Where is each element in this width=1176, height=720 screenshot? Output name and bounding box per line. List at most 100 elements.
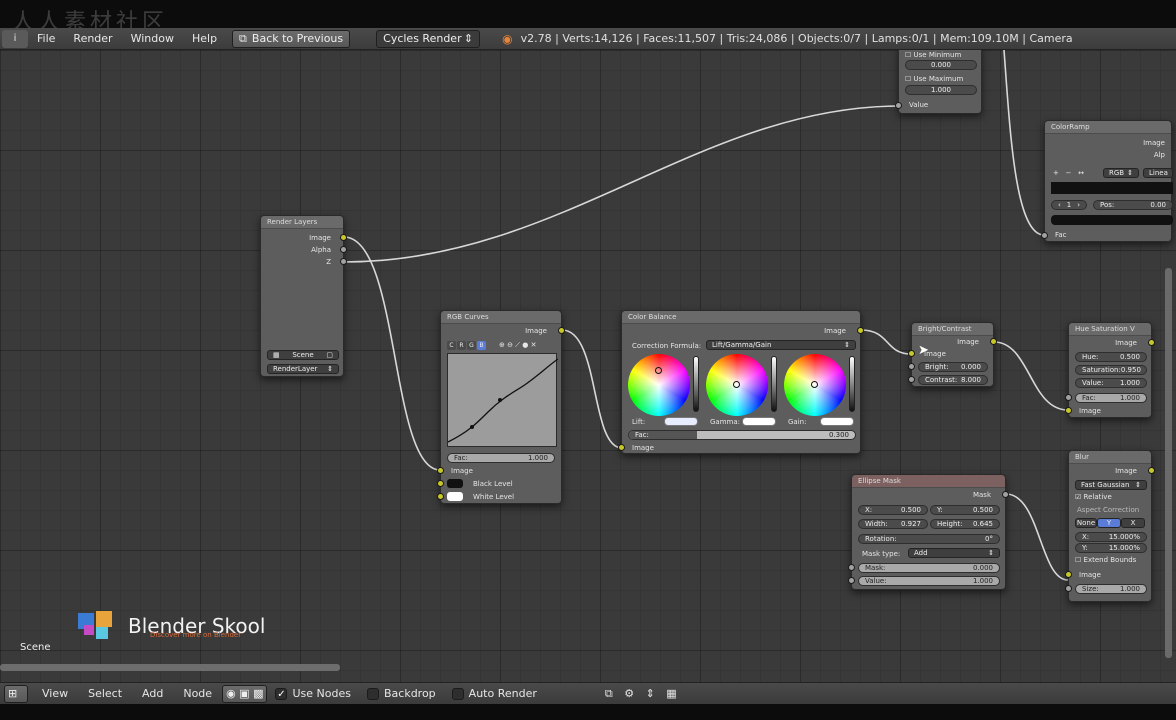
compositing-tree-icon[interactable]: ▣ [239, 687, 249, 700]
render-layer-select[interactable]: RenderLayer ⇕ [267, 364, 339, 374]
hue-fac-socket[interactable] [1065, 394, 1072, 401]
bright-input-socket[interactable] [908, 350, 915, 357]
relative-checkbox[interactable]: ☑ Relative [1075, 493, 1112, 501]
black-level-swatch[interactable] [447, 479, 463, 488]
correction-formula-select[interactable]: Lift/Gamma/Gain ⇕ [706, 340, 856, 350]
value-input-socket[interactable] [895, 102, 902, 109]
menu-add[interactable]: Add [132, 687, 173, 700]
blur-node[interactable]: Blur Image Fast Gaussian ⇕ ☑ Relative Asp… [1065, 450, 1155, 602]
blur-input-socket[interactable] [1065, 571, 1072, 578]
hue-field[interactable]: Hue: 0.500 [1075, 352, 1147, 362]
channel-g-button[interactable]: G [467, 341, 476, 350]
lift-value-slider[interactable] [693, 356, 699, 412]
mask-input-socket[interactable] [848, 564, 855, 571]
value-field[interactable]: Value: 1.000 [1075, 378, 1147, 388]
auto-render-toggle[interactable]: Auto Render [451, 687, 537, 700]
saturation-field[interactable]: Saturation: 0.950 [1075, 365, 1147, 375]
aspect-none-option[interactable]: None [1075, 518, 1097, 528]
mask-type-select[interactable]: Add ⇕ [908, 548, 1000, 558]
node-tree-type-buttons[interactable]: ◉ ▣ ▩ [222, 684, 268, 703]
mask-value-field[interactable]: Value: 1.000 [858, 576, 1000, 586]
ellipse-mask-node[interactable]: Ellipse Mask Mask X: 0.500 Y: 0.500 Width:… [848, 474, 1009, 590]
white-level-swatch[interactable] [447, 492, 463, 501]
math-node[interactable]: ☐ Use Minimum 0.000 ☐ Use Maximum 1.000 … [895, 50, 982, 114]
editor-type-icon[interactable]: i [2, 29, 28, 48]
blur-y-field[interactable]: Y: 15.000% [1075, 543, 1147, 553]
contrast-field[interactable]: Contrast: 8.000 [918, 375, 988, 385]
menu-window[interactable]: Window [122, 32, 183, 45]
menu-file[interactable]: File [28, 32, 64, 45]
blur-filter-select[interactable]: Fast Gaussian ⇕ [1075, 480, 1147, 490]
backdrop-toggle[interactable]: Backdrop [366, 687, 436, 700]
ramp-toolbar[interactable]: + − ↔ [1053, 169, 1084, 177]
node-editor-canvas[interactable]: ☐ Use Minimum 0.000 ☐ Use Maximum 1.000 … [0, 50, 1176, 682]
mask-y-field[interactable]: Y: 0.500 [930, 505, 1000, 515]
channel-b-button[interactable]: B [477, 341, 486, 350]
hue-saturation-node[interactable]: Hue Saturation V Image Hue: 0.500 Saturat… [1065, 322, 1155, 418]
max-value-field[interactable]: 1.000 [905, 85, 977, 95]
texture-tree-icon[interactable]: ▩ [253, 687, 263, 700]
aspect-x-option[interactable]: X [1121, 518, 1145, 528]
render-engine-select[interactable]: Cycles Render ⇕ [376, 29, 481, 48]
auto-render-checkbox[interactable] [451, 687, 464, 700]
output-z-socket[interactable] [340, 258, 347, 265]
colorramp-interp-select[interactable]: Linea [1143, 168, 1173, 178]
rgb-curves-node[interactable]: RGB Curves Image C R G B ⊕ ⊖ ⟋ ● ✕ Fac: 1… [437, 310, 565, 504]
colorramp-index-field[interactable]: ‹ 1 › [1051, 200, 1087, 210]
size-input-socket[interactable] [1065, 585, 1072, 592]
blur-size-field[interactable]: Size: 1.000 [1075, 584, 1147, 594]
bright-output-socket[interactable] [990, 338, 997, 345]
back-to-previous-button[interactable]: ⧉ Back to Previous [232, 29, 351, 48]
channel-r-button[interactable]: R [457, 341, 466, 350]
channel-c-button[interactable]: C [447, 341, 456, 350]
lift-swatch[interactable] [664, 417, 698, 426]
aspect-y-option[interactable]: Y [1097, 518, 1121, 528]
min-value-field[interactable]: 0.000 [905, 60, 977, 70]
curves-fac-field[interactable]: Fac: 1.000 [447, 453, 555, 463]
use-nodes-toggle[interactable]: ✓ Use Nodes [275, 687, 351, 700]
curves-input-socket[interactable] [437, 467, 444, 474]
balance-fac-slider[interactable]: Fac: 0.300 [628, 430, 856, 440]
gain-value-slider[interactable] [849, 356, 855, 412]
backdrop-checkbox[interactable] [366, 687, 379, 700]
output-alpha-socket[interactable] [340, 246, 347, 253]
gamma-swatch[interactable] [742, 417, 776, 426]
gain-swatch[interactable] [820, 417, 854, 426]
bright-socket[interactable] [908, 363, 915, 370]
colorramp-pos-field[interactable]: Pos: 0.00 [1093, 200, 1173, 210]
balance-input-socket[interactable] [618, 444, 625, 451]
mask-x-field[interactable]: X: 0.500 [858, 505, 928, 515]
colorramp-color-swatch[interactable] [1051, 215, 1173, 225]
render-layers-node[interactable]: Render Layers Image Alpha Z ▦ Scene ▢ Rend… [260, 215, 347, 377]
mask-height-field[interactable]: Height: 0.645 [930, 519, 1000, 529]
mask-rotation-field[interactable]: Rotation: 0° [858, 534, 1000, 544]
header-tool-icons[interactable]: ⧉ ⚙ ⇕ ▦ [605, 687, 681, 701]
gain-color-wheel[interactable] [784, 354, 846, 416]
gamma-value-slider[interactable] [771, 356, 777, 412]
use-nodes-checkbox[interactable]: ✓ [275, 687, 288, 700]
menu-select[interactable]: Select [78, 687, 132, 700]
use-maximum-checkbox[interactable]: ☐ Use Maximum [905, 75, 963, 83]
fac-input-socket[interactable] [1041, 232, 1048, 239]
shader-tree-icon[interactable]: ◉ [226, 687, 236, 700]
use-minimum-checkbox[interactable]: ☐ Use Minimum [905, 51, 961, 59]
extend-bounds-checkbox[interactable]: ☐ Extend Bounds [1075, 556, 1136, 564]
vertical-scrollbar[interactable] [1165, 268, 1172, 658]
menu-help[interactable]: Help [183, 32, 226, 45]
menu-render[interactable]: Render [64, 32, 121, 45]
curve-graph[interactable] [447, 353, 559, 447]
color-balance-node[interactable]: Color Balance Image Correction Formula: … [618, 310, 864, 454]
curve-tools-icons[interactable]: ⊕ ⊖ ⟋ ● ✕ [499, 341, 537, 350]
lift-color-wheel[interactable] [628, 354, 690, 416]
editor-type-button[interactable]: ⊞ [4, 684, 28, 703]
mask-input-field[interactable]: Mask: 0.000 [858, 563, 1000, 573]
blur-x-field[interactable]: X: 15.000% [1075, 532, 1147, 542]
mask-output-socket[interactable] [1002, 491, 1009, 498]
mask-width-field[interactable]: Width: 0.927 [858, 519, 928, 529]
menu-view[interactable]: View [32, 687, 78, 700]
scene-select[interactable]: ▦ Scene ▢ [267, 350, 339, 360]
output-image-socket[interactable] [340, 234, 347, 241]
balance-output-socket[interactable] [857, 327, 864, 334]
horizontal-scrollbar[interactable] [0, 664, 340, 671]
value-input-socket[interactable] [848, 577, 855, 584]
